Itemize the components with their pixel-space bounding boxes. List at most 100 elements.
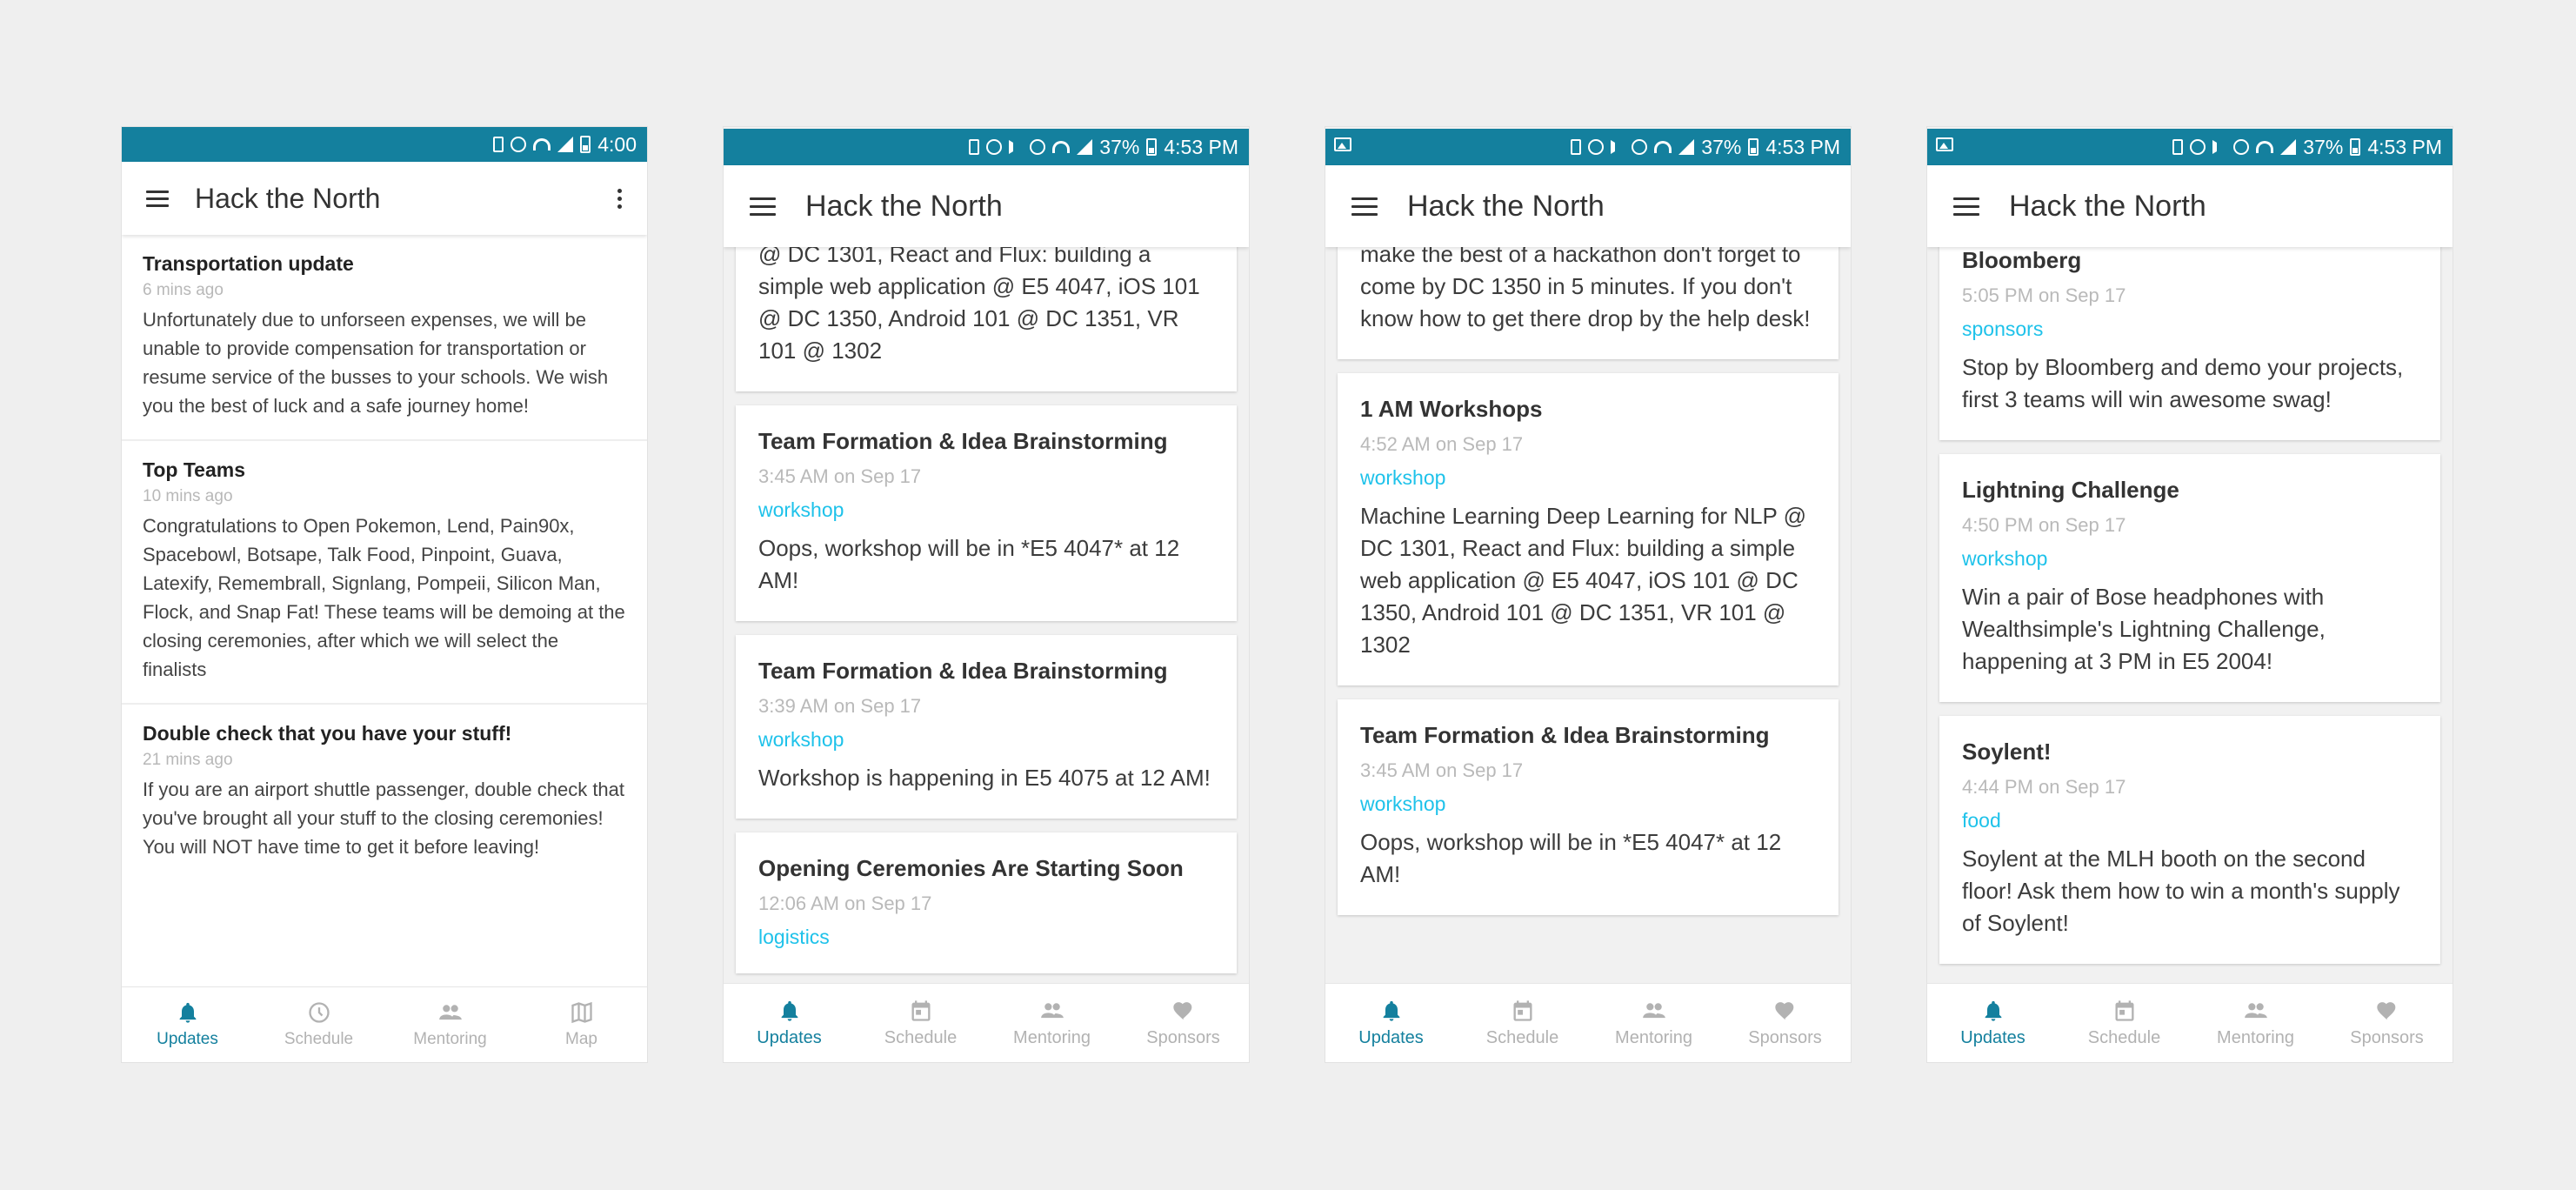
update-card[interactable]: Team Formation & Idea Brainstorming 3:45… (1338, 699, 1839, 915)
update-title: 1 AM Workshops (1360, 396, 1543, 422)
signal-icon (1077, 139, 1093, 155)
update-tag: workshop (758, 498, 844, 521)
nav-label: Updates (1358, 1027, 1424, 1047)
wifi-icon (2256, 141, 2274, 153)
battery-icon (2350, 138, 2361, 156)
nav-mentoring[interactable]: Mentoring (986, 984, 1118, 1062)
nav-updates[interactable]: Updates (122, 987, 253, 1062)
list-item[interactable]: Double check that you have your stuff! 2… (122, 705, 647, 880)
update-title: Team Formation & Idea Brainstorming (1360, 722, 1770, 748)
nav-label: Sponsors (2350, 1027, 2424, 1047)
update-card[interactable]: Soylent! 4:44 PM on Sep 17 food Soylent … (1939, 716, 2440, 964)
calendar-icon (1511, 999, 1535, 1023)
mute-icon (1009, 140, 1023, 154)
update-card[interactable]: Team Formation & Idea Brainstorming 3:45… (736, 405, 1237, 621)
app-toolbar: Hack the North (122, 162, 647, 235)
nav-sponsors[interactable]: Sponsors (2321, 984, 2453, 1062)
update-time: 4:50 PM on Sep 17 (1962, 514, 2126, 536)
menu-icon[interactable] (750, 197, 776, 216)
list-item[interactable]: Transportation update 6 mins ago Unfortu… (122, 235, 647, 441)
signal-icon (1678, 139, 1695, 155)
updates-feed[interactable]: @ DC 1301, React and Flux: building a si… (724, 247, 1249, 984)
menu-icon[interactable] (1953, 197, 1979, 216)
nav-mentoring[interactable]: Mentoring (2190, 984, 2321, 1062)
nav-schedule[interactable]: Schedule (855, 984, 986, 1062)
calendar-icon (2112, 999, 2137, 1023)
phone-screen-2: 37% 4:53 PM Hack the North @ DC 1301, Re… (724, 127, 1249, 1062)
bell-icon (176, 1000, 200, 1025)
nav-label: Schedule (2087, 1027, 2161, 1047)
bottom-navigation: Updates Schedule Mentoring Sponsors (724, 983, 1249, 1062)
battery-percent: 37% (2303, 135, 2344, 158)
update-body: Stop by Bloomberg and demo your projects… (1962, 354, 2404, 412)
update-title: Opening Ceremonies Are Starting Soon (758, 855, 1184, 881)
update-body: Oops, workshop will be in *E5 4047* at 1… (758, 535, 1180, 593)
update-card[interactable]: @ DC 1301, React and Flux: building a si… (736, 247, 1237, 391)
update-tag: workshop (758, 728, 844, 751)
update-title: Top Teams (143, 458, 245, 481)
nav-schedule[interactable]: Schedule (253, 987, 384, 1062)
update-time: 3:45 AM on Sep 17 (758, 465, 922, 487)
nav-updates[interactable]: Updates (1927, 984, 2059, 1062)
updates-list[interactable]: Transportation update 6 mins ago Unfortu… (122, 235, 647, 987)
nav-label: Mentoring (1013, 1027, 1091, 1047)
update-title: Team Formation & Idea Brainstorming (758, 658, 1168, 684)
overflow-menu-icon[interactable] (617, 188, 623, 209)
nav-label: Updates (1960, 1027, 2025, 1047)
bottom-navigation: Updates Schedule Mentoring Map (122, 986, 647, 1062)
people-icon (1040, 999, 1064, 1023)
updates-feed[interactable]: make the best of a hackathon don't forge… (1325, 247, 1851, 984)
nav-mentoring[interactable]: Mentoring (1588, 984, 1719, 1062)
update-card[interactable]: Lightning Challenge 4:50 PM on Sep 17 wo… (1939, 454, 2440, 702)
nav-updates[interactable]: Updates (724, 984, 855, 1062)
update-title: Soylent! (1962, 739, 2052, 765)
nav-label: Updates (157, 1030, 218, 1048)
nav-schedule[interactable]: Schedule (2059, 984, 2190, 1062)
update-card[interactable]: 1 AM Workshops 4:52 AM on Sep 17 worksho… (1338, 373, 1839, 685)
update-card[interactable]: Team Formation & Idea Brainstorming 3:39… (736, 635, 1237, 819)
menu-icon[interactable] (146, 190, 169, 207)
app-title: Hack the North (805, 189, 1003, 223)
app-toolbar: Hack the North (1927, 165, 2453, 247)
update-body: make the best of a hackathon don't forge… (1360, 247, 1811, 331)
heart-icon (1171, 999, 1196, 1023)
menu-icon[interactable] (1351, 197, 1378, 216)
update-card[interactable]: make the best of a hackathon don't forge… (1338, 247, 1839, 359)
sim-icon (2172, 139, 2184, 155)
wifi-icon (533, 138, 551, 150)
update-tag: workshop (1360, 466, 1446, 489)
nav-map[interactable]: Map (516, 987, 647, 1062)
nav-schedule[interactable]: Schedule (1457, 984, 1588, 1062)
nav-label: Sponsors (1146, 1027, 1220, 1047)
nav-sponsors[interactable]: Sponsors (1118, 984, 1249, 1062)
clock-icon (307, 1000, 331, 1025)
update-body: Machine Learning Deep Learning for NLP @… (1360, 503, 1807, 658)
sim-icon (1571, 139, 1582, 155)
battery-icon (1748, 138, 1759, 156)
update-title: Double check that you have your stuff! (143, 722, 512, 745)
list-item[interactable]: Top Teams 10 mins ago Congratulations to… (122, 441, 647, 705)
battery-percent: 37% (1701, 135, 1742, 158)
wifi-icon (1654, 141, 1672, 153)
status-bar: 37% 4:53 PM (724, 129, 1249, 165)
update-body: Win a pair of Bose headphones with Wealt… (1962, 584, 2326, 674)
nav-label: Mentoring (1615, 1027, 1692, 1047)
update-time: 4:52 AM on Sep 17 (1360, 433, 1524, 455)
nav-updates[interactable]: Updates (1325, 984, 1457, 1062)
nav-mentoring[interactable]: Mentoring (384, 987, 516, 1062)
update-card[interactable]: Bloomberg 5:05 PM on Sep 17 sponsors Sto… (1939, 247, 2440, 440)
update-tag: workshop (1360, 792, 1446, 815)
update-time: 3:45 AM on Sep 17 (1360, 759, 1524, 781)
update-card[interactable]: Opening Ceremonies Are Starting Soon 12:… (736, 832, 1237, 973)
updates-feed[interactable]: Bloomberg 5:05 PM on Sep 17 sponsors Sto… (1927, 247, 2453, 984)
update-title: Bloomberg (1962, 247, 2082, 273)
app-toolbar: Hack the North (724, 165, 1249, 247)
signal-icon (557, 137, 574, 152)
status-bar: 37% 4:53 PM (1927, 129, 2453, 165)
vibrate-icon (493, 137, 504, 152)
update-time: 4:44 PM on Sep 17 (1962, 776, 2126, 798)
update-tag: logistics (758, 926, 830, 948)
nav-sponsors[interactable]: Sponsors (1719, 984, 1851, 1062)
update-time: 12:06 AM on Sep 17 (758, 892, 932, 914)
update-tag: sponsors (1962, 318, 2044, 340)
